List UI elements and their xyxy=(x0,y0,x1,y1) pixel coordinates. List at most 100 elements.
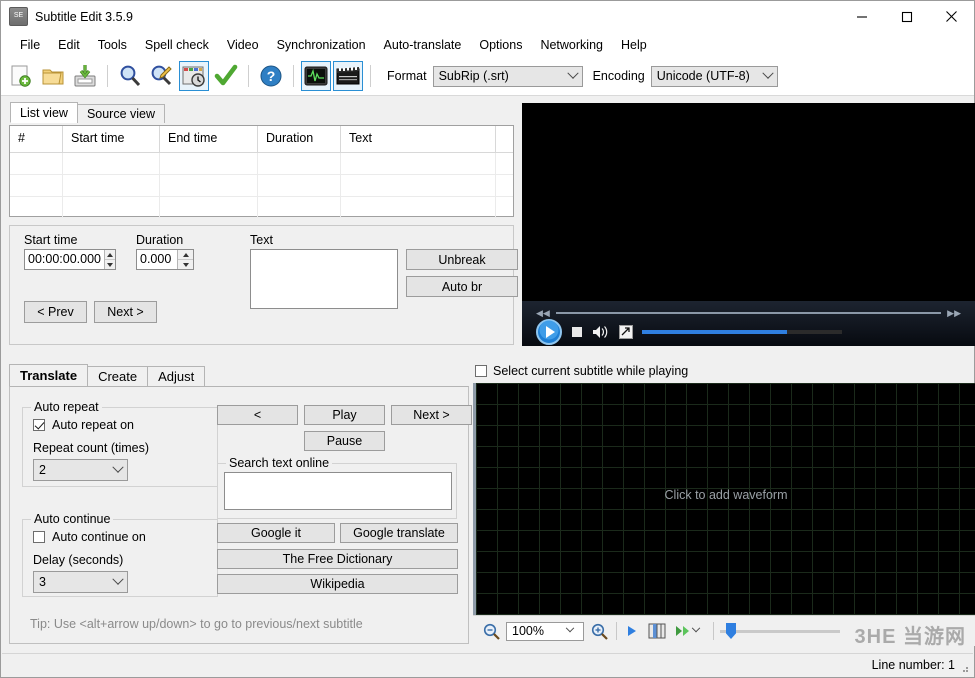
table-row[interactable] xyxy=(10,175,513,197)
play-icon[interactable] xyxy=(536,319,562,345)
select-current-subtitle-row: Select current subtitle while playing xyxy=(475,364,688,378)
menu-spell-check[interactable]: Spell check xyxy=(136,35,218,55)
zoom-level-dropdown[interactable]: 100% xyxy=(506,622,584,641)
menu-bar: File Edit Tools Spell check Video Synchr… xyxy=(1,32,974,57)
free-dictionary-button[interactable]: The Free Dictionary xyxy=(217,549,458,569)
replace-button[interactable] xyxy=(147,61,177,91)
auto-continue-group-title: Auto continue xyxy=(31,512,113,526)
zoom-out-icon[interactable] xyxy=(483,623,500,640)
menu-edit[interactable]: Edit xyxy=(49,35,89,55)
auto-repeat-checkbox[interactable] xyxy=(33,419,45,431)
next-subtitle-button[interactable]: Next > xyxy=(94,301,157,323)
chevron-down-icon xyxy=(567,628,583,634)
menu-networking[interactable]: Networking xyxy=(531,35,612,55)
column-start-time[interactable]: Start time xyxy=(63,126,160,152)
subtitle-edit-window: Subtitle Edit 3.5.9 File Edit Tools Spel… xyxy=(0,0,975,678)
column-text[interactable]: Text xyxy=(341,126,496,152)
encoding-label: Encoding xyxy=(593,69,645,83)
resize-grip-icon[interactable] xyxy=(959,663,969,673)
tab-adjust[interactable]: Adjust xyxy=(147,366,205,386)
new-subtitle-button[interactable] xyxy=(6,61,36,91)
fast-forward-icon[interactable] xyxy=(675,624,693,638)
save-subtitle-button[interactable] xyxy=(70,61,100,91)
menu-synchronization[interactable]: Synchronization xyxy=(268,35,375,55)
format-dropdown[interactable]: SubRip (.srt) xyxy=(433,66,583,87)
video-toggle-button[interactable] xyxy=(333,61,363,91)
rewind-icon[interactable]: ◀◀ xyxy=(536,308,550,319)
duration-stepper[interactable]: 0.000 xyxy=(136,249,194,270)
spell-check-button[interactable] xyxy=(211,61,241,91)
translate-pause-button[interactable]: Pause xyxy=(304,431,385,451)
find-button[interactable] xyxy=(115,61,145,91)
translate-play-button[interactable]: Play xyxy=(304,405,385,425)
help-button[interactable]: ? xyxy=(256,61,286,91)
menu-video[interactable]: Video xyxy=(218,35,268,55)
previous-subtitle-button[interactable]: < Prev xyxy=(24,301,87,323)
menu-auto-translate[interactable]: Auto-translate xyxy=(375,35,471,55)
volume-slider[interactable] xyxy=(642,330,842,334)
start-time-stepper[interactable]: 00:00:00.000 xyxy=(24,249,116,270)
waveform-toggle-button[interactable] xyxy=(301,61,331,91)
waveform-display[interactable]: Click to add waveform xyxy=(473,383,975,615)
translate-next-button[interactable]: Next > xyxy=(391,405,472,425)
menu-help[interactable]: Help xyxy=(612,35,656,55)
text-label: Text xyxy=(250,233,273,247)
window-title: Subtitle Edit 3.5.9 xyxy=(35,10,133,24)
play-icon[interactable] xyxy=(625,624,639,638)
forward-icon[interactable]: ▶▶ xyxy=(947,308,961,319)
menu-file[interactable]: File xyxy=(11,35,49,55)
auto-continue-checkbox[interactable] xyxy=(33,531,45,543)
minimize-icon[interactable] xyxy=(839,1,884,32)
view-tabs: List view Source view xyxy=(1,102,530,123)
zoom-in-icon[interactable] xyxy=(591,623,608,640)
unbreak-button[interactable]: Unbreak xyxy=(406,249,518,270)
delay-dropdown[interactable]: 3 xyxy=(33,571,128,593)
translate-prev-button[interactable]: < xyxy=(217,405,298,425)
menu-options[interactable]: Options xyxy=(470,35,531,55)
tab-translate[interactable]: Translate xyxy=(9,364,88,386)
wikipedia-button[interactable]: Wikipedia xyxy=(217,574,458,594)
tab-source-view[interactable]: Source view xyxy=(77,104,165,123)
encoding-dropdown[interactable]: Unicode (UTF-8) xyxy=(651,66,778,87)
search-group-title: Search text online xyxy=(226,456,332,470)
sync-button[interactable] xyxy=(179,61,209,91)
maximize-icon[interactable] xyxy=(884,1,929,32)
slider-thumb[interactable] xyxy=(726,623,736,639)
table-row[interactable] xyxy=(10,197,513,218)
subtitle-text-input[interactable] xyxy=(250,249,398,309)
google-translate-button[interactable]: Google translate xyxy=(340,523,458,543)
table-row[interactable] xyxy=(10,153,513,175)
column-end-time[interactable]: End time xyxy=(160,126,258,152)
tab-create[interactable]: Create xyxy=(87,366,148,386)
repeat-count-dropdown[interactable]: 2 xyxy=(33,459,128,481)
open-subtitle-button[interactable] xyxy=(38,61,68,91)
status-bar: Line number: 1 xyxy=(2,653,973,676)
subtitle-list-view[interactable]: # Start time End time Duration Text xyxy=(9,125,514,217)
delay-value: 3 xyxy=(34,575,109,589)
stop-icon[interactable] xyxy=(571,326,583,338)
column-number[interactable]: # xyxy=(10,126,63,152)
column-spacer xyxy=(496,126,513,152)
repeat-count-value: 2 xyxy=(34,463,109,477)
search-input[interactable] xyxy=(224,472,452,510)
grid-icon[interactable] xyxy=(648,623,666,639)
video-progress-slider[interactable] xyxy=(556,312,941,314)
encoding-value: Unicode (UTF-8) xyxy=(652,69,759,83)
tip-text: Tip: Use <alt+arrow up/down> to go to pr… xyxy=(30,617,363,631)
volume-icon[interactable] xyxy=(592,324,610,340)
subtitle-edit-panel: Start time 00:00:00.000 Duration 0.000 T… xyxy=(9,225,514,345)
menu-tools[interactable]: Tools xyxy=(89,35,136,55)
select-current-subtitle-checkbox[interactable] xyxy=(475,365,487,377)
tab-list-view[interactable]: List view xyxy=(10,102,78,123)
google-it-button[interactable]: Google it xyxy=(217,523,335,543)
waveform-position-slider[interactable] xyxy=(720,625,840,637)
start-time-spin-buttons[interactable] xyxy=(104,250,115,269)
chevron-down-icon xyxy=(759,72,777,80)
chevron-down-icon[interactable] xyxy=(693,628,707,634)
close-icon[interactable] xyxy=(929,1,974,32)
duration-spin-buttons[interactable] xyxy=(177,250,193,269)
column-duration[interactable]: Duration xyxy=(258,126,341,152)
format-label: Format xyxy=(387,69,427,83)
auto-br-button[interactable]: Auto br xyxy=(406,276,518,297)
fullscreen-icon[interactable] xyxy=(619,325,633,339)
